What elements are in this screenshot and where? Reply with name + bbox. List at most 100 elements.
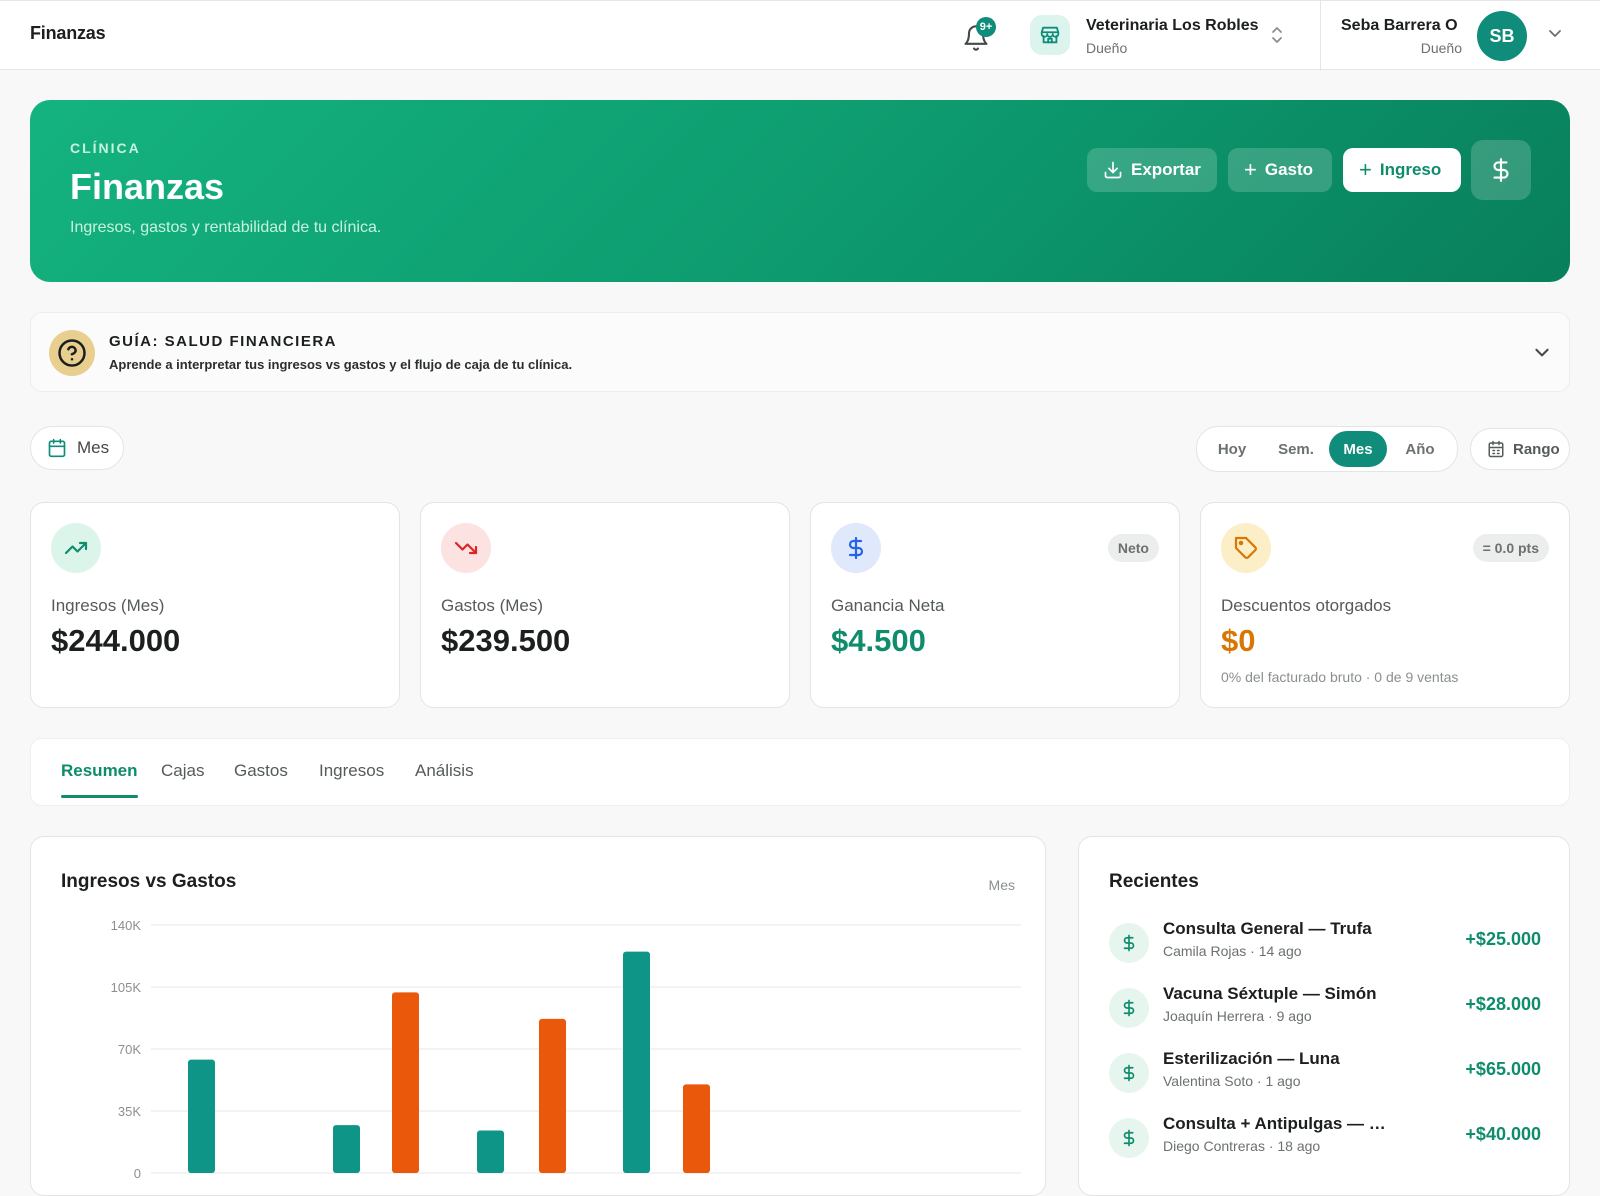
- plus-icon: +: [1359, 157, 1372, 182]
- y-tick-label: 35K: [118, 1104, 141, 1119]
- dollar-icon: [1493, 158, 1509, 182]
- list-item[interactable]: Consulta + Antipulgas — Br... Diego Cont…: [1109, 1114, 1541, 1174]
- period-segmented-control: Hoy Sem. Mes Año: [1196, 426, 1458, 472]
- transaction-name: Esterilización — Luna: [1163, 1049, 1340, 1068]
- transaction-amount: +$65.000: [1465, 1059, 1541, 1079]
- range-label: Rango: [1513, 440, 1560, 458]
- list-item[interactable]: Esterilización — Luna Valentina Soto · 1…: [1109, 1049, 1541, 1109]
- segment-week[interactable]: Sem.: [1263, 431, 1329, 467]
- app-title: Finanzas: [30, 23, 106, 43]
- bar-gasto[interactable]: [539, 1018, 566, 1173]
- kpi-value: $244.000: [51, 623, 181, 658]
- transaction-meta: Diego Contreras · 18 ago: [1163, 1138, 1321, 1154]
- kpi-discounts-card: = 0.0 pts Descuentos otorgados $0 0% del…: [1200, 502, 1570, 708]
- page-subtitle: Ingresos, gastos y rentabilidad de tu cl…: [70, 219, 382, 236]
- kpi-tag: Neto: [1107, 534, 1159, 562]
- export-button[interactable]: Exportar: [1087, 148, 1217, 192]
- bar-ingreso[interactable]: [333, 1125, 360, 1173]
- range-button[interactable]: Rango: [1470, 428, 1570, 470]
- recent-title: Recientes: [1109, 871, 1199, 892]
- user-menu[interactable]: Seba Barrera O Dueño SB: [1320, 1, 1600, 71]
- hero-banner: CLÍNICA Finanzas Ingresos, gastos y rent…: [30, 100, 1570, 282]
- transaction-amount: +$25.000: [1465, 929, 1541, 949]
- transaction-name: Vacuna Séxtuple — Simón: [1163, 984, 1377, 1003]
- export-label: Exportar: [1131, 160, 1201, 179]
- user-role: Dueño: [1420, 40, 1462, 56]
- clinic-name: Veterinaria Los Robles: [1086, 17, 1259, 34]
- tab-expenses[interactable]: Gastos: [234, 761, 288, 781]
- calendar-icon: [48, 438, 66, 458]
- transaction-meta: Camila Rojas · 14 ago: [1163, 943, 1302, 959]
- hero-kicker: CLÍNICA: [70, 140, 141, 156]
- period-picker-button[interactable]: Mes: [30, 426, 124, 470]
- kpi-income-card: Ingresos (Mes) $244.000: [30, 502, 400, 708]
- tab-cash-registers[interactable]: Cajas: [161, 761, 204, 781]
- add-expense-label: Gasto: [1264, 160, 1314, 179]
- kpi-expenses-card: Gastos (Mes) $239.500: [420, 502, 790, 708]
- kpi-value: $239.500: [441, 623, 571, 658]
- guide-title: GUÍA: SALUD FINANCIERA: [109, 333, 337, 350]
- bar-chart: 0 35K 70K 105K 140K: [111, 918, 1021, 1181]
- kpi-label: Gastos (Mes): [441, 596, 544, 615]
- chevron-updown-icon: [1272, 27, 1282, 43]
- list-item[interactable]: Vacuna Séxtuple — Simón Joaquín Herrera …: [1109, 984, 1541, 1044]
- income-vs-expenses-chart-card: Ingresos vs Gastos Mes 0 35K 70K 105K 140K: [30, 836, 1046, 1196]
- tab-analysis[interactable]: Análisis: [415, 761, 474, 781]
- help-icon: [49, 330, 95, 376]
- segment-month[interactable]: Mes: [1329, 431, 1387, 467]
- calendar-range-icon: [1488, 440, 1504, 458]
- segment-today[interactable]: Hoy: [1201, 431, 1263, 467]
- transaction-meta: Joaquín Herrera · 9 ago: [1163, 1008, 1312, 1024]
- list-item[interactable]: Consulta General — Trufa Camila Rojas · …: [1109, 919, 1541, 979]
- add-income-button[interactable]: + Ingreso: [1343, 148, 1461, 192]
- add-expense-button[interactable]: + Gasto: [1228, 148, 1332, 192]
- trending-up-icon: [51, 523, 101, 573]
- segment-year[interactable]: Año: [1387, 431, 1453, 467]
- kpi-value: $0: [1221, 623, 1256, 658]
- bar-ingreso[interactable]: [623, 951, 650, 1173]
- dollar-icon: [1109, 923, 1149, 963]
- tab-summary[interactable]: Resumen: [61, 761, 138, 798]
- chevron-down-icon: [1535, 348, 1549, 357]
- transaction-amount: +$40.000: [1465, 1124, 1541, 1144]
- dollar-icon: [1109, 1053, 1149, 1093]
- top-bar: Finanzas 9+ Veterinaria Los Robles Dueño…: [0, 0, 1600, 71]
- page-title: Finanzas: [70, 166, 225, 207]
- kpi-note: 0% del facturado bruto · 0 de 9 ventas: [1221, 669, 1459, 685]
- finance-tabs: Resumen Cajas Gastos Ingresos Análisis: [30, 738, 1570, 806]
- bar-gasto[interactable]: [683, 1084, 710, 1173]
- currency-button[interactable]: [1471, 140, 1531, 200]
- notifications-button[interactable]: 9+: [962, 17, 996, 53]
- dollar-icon: [1109, 988, 1149, 1028]
- plus-icon: +: [1244, 157, 1257, 182]
- kpi-value: $4.500: [831, 623, 926, 658]
- dollar-icon: [831, 523, 881, 573]
- store-icon: [1030, 15, 1070, 55]
- add-income-label: Ingreso: [1379, 160, 1442, 179]
- trending-down-icon: [441, 523, 491, 573]
- tab-income[interactable]: Ingresos: [319, 761, 384, 781]
- notifications-badge: 9+: [976, 17, 996, 37]
- kpi-label: Ganancia Neta: [831, 596, 945, 615]
- y-tick-label: 0: [134, 1166, 141, 1181]
- financial-health-guide[interactable]: GUÍA: SALUD FINANCIERA Aprende a interpr…: [30, 312, 1570, 392]
- transaction-name: Consulta General — Trufa: [1163, 919, 1372, 938]
- chevron-down-icon: [1549, 30, 1561, 37]
- guide-subtitle: Aprende a interpretar tus ingresos vs ga…: [109, 357, 573, 372]
- bar-gasto[interactable]: [392, 992, 419, 1173]
- clinic-role: Dueño: [1086, 40, 1128, 56]
- y-tick-label: 140K: [111, 918, 142, 933]
- download-icon: [1104, 161, 1122, 179]
- avatar: SB: [1477, 11, 1527, 61]
- bar-ingreso[interactable]: [477, 1130, 504, 1173]
- y-tick-label: 105K: [111, 980, 142, 995]
- user-name: Seba Barrera O: [1341, 17, 1458, 34]
- kpi-net-profit-card: Neto Ganancia Neta $4.500: [810, 502, 1180, 708]
- recent-transactions-card: Recientes Consulta General — Trufa Camil…: [1078, 836, 1570, 1196]
- period-label: Mes: [77, 438, 110, 457]
- bar-ingreso[interactable]: [188, 1059, 215, 1173]
- dollar-icon: [1109, 1118, 1149, 1158]
- transaction-meta: Valentina Soto · 1 ago: [1163, 1073, 1301, 1089]
- clinic-selector[interactable]: Veterinaria Los Robles Dueño: [1030, 15, 1282, 59]
- kpi-label: Descuentos otorgados: [1221, 596, 1392, 615]
